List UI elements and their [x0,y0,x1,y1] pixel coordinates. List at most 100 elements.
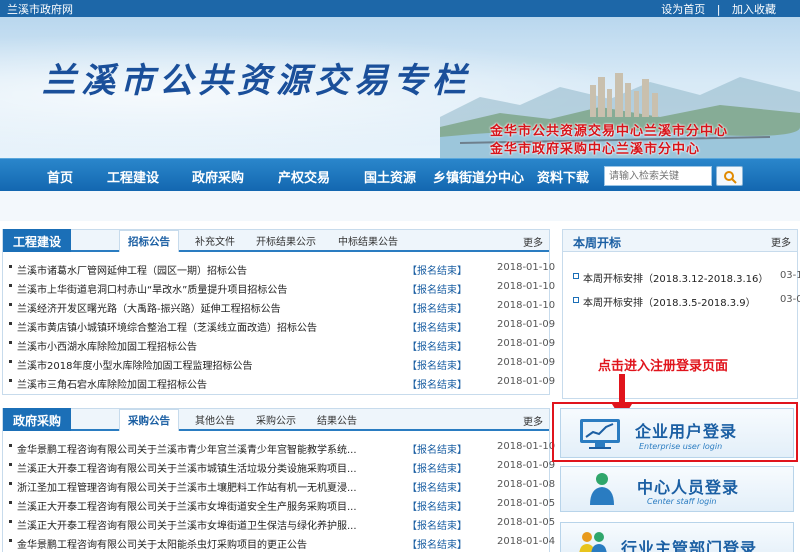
item-date: 2018-01-05 [497,498,556,509]
item-date: 2018-01-10 [497,281,556,292]
item-title-link[interactable]: 兰溪市黄店镇小城镇环境综合整治工程（芝溪线立面改造）招标公告 [17,319,397,334]
list-item: 兰溪正大开泰工程咨询有限公司关于兰溪市女埠街道安全生产服务采购项目... 【报名结… [9,496,555,515]
nav-town-branches[interactable]: 乡镇街道分中心 [433,167,524,186]
status-badge[interactable]: 【报名结束】 [407,262,467,277]
status-badge[interactable]: 【报名结束】 [407,376,467,391]
tab-supplementary-files[interactable]: 补充文件 [195,233,235,248]
item-date: 2018-01-05 [497,517,556,528]
status-badge[interactable]: 【报名结束】 [407,536,467,551]
nav-home[interactable]: 首页 [47,167,73,186]
banner: 兰溪市公共资源交易专栏 金华市公共资源交易中心兰溪市分中心 金华市政府采购中心兰… [0,17,800,158]
bullet [9,539,12,542]
engineering-more-link[interactable]: 更多 [523,234,543,249]
nav-spacer [0,191,800,221]
item-title-link[interactable]: 兰溪正大开泰工程咨询有限公司关于兰溪市女埠街道卫生保洁与绿化养护服... [17,517,397,532]
status-badge[interactable]: 【报名结束】 [407,479,467,494]
nav-procurement[interactable]: 政府采购 [192,167,244,186]
item-title-link[interactable]: 兰溪市诸葛水厂管网延伸工程（园区一期）招标公告 [17,262,397,277]
banner-subtitle-1: 金华市公共资源交易中心兰溪市分中心 [490,124,729,139]
list-item: 兰溪正大开泰工程咨询有限公司关于兰溪市城镇生活垃圾分类设施采购项目... 【报名结… [9,458,555,477]
search-icon [724,171,737,184]
nav-land-resources[interactable]: 国土资源 [364,167,416,186]
tab-other-announcements[interactable]: 其他公告 [195,412,235,427]
divider: | [716,3,721,16]
add-favorite-link[interactable]: 加入收藏 [732,3,776,16]
tab-tender-announcement[interactable]: 招标公告 [119,230,179,252]
top-links: 设为首页 | 加入收藏 [657,1,780,17]
bullet [9,482,12,485]
item-title-link[interactable]: 金华景鹏工程咨询有限公司关于兰溪市青少年宫兰溪青少年宫智能教学系统... [17,441,397,456]
item-title-link[interactable]: 本周开标安排（2018.3.5-2018.3.9） [583,294,756,309]
authority-login-label: 行业主管部门登录 [621,539,758,552]
tab-bid-opening-results[interactable]: 开标结果公示 [256,233,316,248]
set-home-link[interactable]: 设为首页 [661,3,705,16]
nav-downloads[interactable]: 资料下载 [537,167,589,186]
list-item: 兰溪市小西湖水库除险加固工程招标公告 【报名结束】 2018-01-09 [9,336,555,355]
weekly-panel-title[interactable]: 本周开标 [573,234,621,251]
item-title-link[interactable]: 浙江圣加工程管理咨询有限公司关于兰溪市土壤肥料工作站有机一无机夏浸... [17,479,397,494]
item-title-link[interactable]: 兰溪市小西湖水库除险加固工程招标公告 [17,338,397,353]
tab-procurement-announcement[interactable]: 采购公告 [119,409,179,431]
weekly-panel-header: 本周开标 更多 [563,230,797,252]
bullet [9,341,12,344]
tab-winning-bid-announcement[interactable]: 中标结果公告 [338,233,398,248]
department-icon [579,532,607,552]
list-item: 浙江圣加工程管理咨询有限公司关于兰溪市土壤肥料工作站有机一无机夏浸... 【报名结… [9,477,555,496]
bullet [9,463,12,466]
procurement-panel-title[interactable]: 政府采购 [3,408,72,431]
bullet [9,520,12,523]
status-badge[interactable]: 【报名结束】 [407,460,467,475]
status-badge[interactable]: 【报名结束】 [407,517,467,532]
page-title: 兰溪市公共资源交易专栏 [42,61,471,101]
status-badge[interactable]: 【报名结束】 [407,357,467,372]
bullet [9,360,12,363]
bullet [9,284,12,287]
search-button[interactable] [716,166,743,186]
item-date: 03-12 [779,270,800,281]
nav-property-trading[interactable]: 产权交易 [278,167,330,186]
item-title-link[interactable]: 兰溪经济开发区曙光路（大禹路-振兴路）延伸工程招标公告 [17,300,397,315]
bullet [9,501,12,504]
item-title-link[interactable]: 兰溪市上华街道皂洞口村赤山“旱改水”质量提升项目招标公告 [17,281,397,296]
item-title-link[interactable]: 兰溪市2018年度小型水库除险加固工程监理招标公告 [17,357,397,372]
bullet [573,273,579,279]
search-input[interactable] [604,166,712,186]
weekly-more-link[interactable]: 更多 [771,234,791,249]
tab-result-announcement[interactable]: 结果公告 [317,412,357,427]
item-date: 2018-01-10 [497,441,556,452]
status-badge[interactable]: 【报名结束】 [407,300,467,315]
item-title-link[interactable]: 兰溪正大开泰工程咨询有限公司关于兰溪市女埠街道安全生产服务采购项目... [17,498,397,513]
status-badge[interactable]: 【报名结束】 [407,338,467,353]
item-date: 2018-01-09 [497,338,556,349]
item-date: 2018-01-09 [497,357,556,368]
engineering-panel-title[interactable]: 工程建设 [3,229,72,252]
status-badge[interactable]: 【报名结束】 [407,441,467,456]
status-badge[interactable]: 【报名结束】 [407,498,467,513]
list-item: 金华景鹏工程咨询有限公司关于兰溪市青少年宫兰溪青少年宫智能教学系统... 【报名结… [9,439,555,458]
list-item: 兰溪市三角石宕水库除险加固工程招标公告 【报名结束】 2018-01-09 [9,374,555,393]
center-login-label: 中心人员登录 [637,478,740,497]
bullet [9,322,12,325]
bullet [573,297,579,303]
tab-procurement-publicity[interactable]: 采购公示 [256,412,296,427]
center-login-sublabel: Center staff login [647,497,717,506]
item-title-link[interactable]: 本周开标安排（2018.3.12-2018.3.16） [583,270,768,285]
item-date: 2018-01-10 [497,300,556,311]
item-title-link[interactable]: 兰溪正大开泰工程咨询有限公司关于兰溪市城镇生活垃圾分类设施采购项目... [17,460,397,475]
authority-login-button[interactable]: 行业主管部门登录 [560,522,794,552]
status-badge[interactable]: 【报名结束】 [407,281,467,296]
procurement-panel-header: 政府采购 采购公告 其他公告 采购公示 结果公告 更多 [3,408,549,431]
item-title-link[interactable]: 金华景鹏工程咨询有限公司关于太阳能杀虫灯采购项目的更正公告 [17,536,397,551]
nav-engineering[interactable]: 工程建设 [107,167,159,186]
user-icon [590,473,614,505]
banner-subtitle-2: 金华市政府采购中心兰溪市分中心 [490,142,701,157]
procurement-more-link[interactable]: 更多 [523,413,543,428]
item-title-link[interactable]: 兰溪市三角石宕水库除险加固工程招标公告 [17,376,397,391]
top-bar: 兰溪市政府网 设为首页 | 加入收藏 [0,0,800,17]
center-staff-login-button[interactable]: 中心人员登录 Center staff login [560,466,794,512]
item-date: 2018-01-08 [497,479,556,490]
site-name-link[interactable]: 兰溪市政府网 [7,1,73,17]
bullet [9,444,12,447]
status-badge[interactable]: 【报名结束】 [407,319,467,334]
list-item: 金华景鹏工程咨询有限公司关于太阳能杀虫灯采购项目的更正公告 【报名结束】 2018-… [9,534,555,552]
